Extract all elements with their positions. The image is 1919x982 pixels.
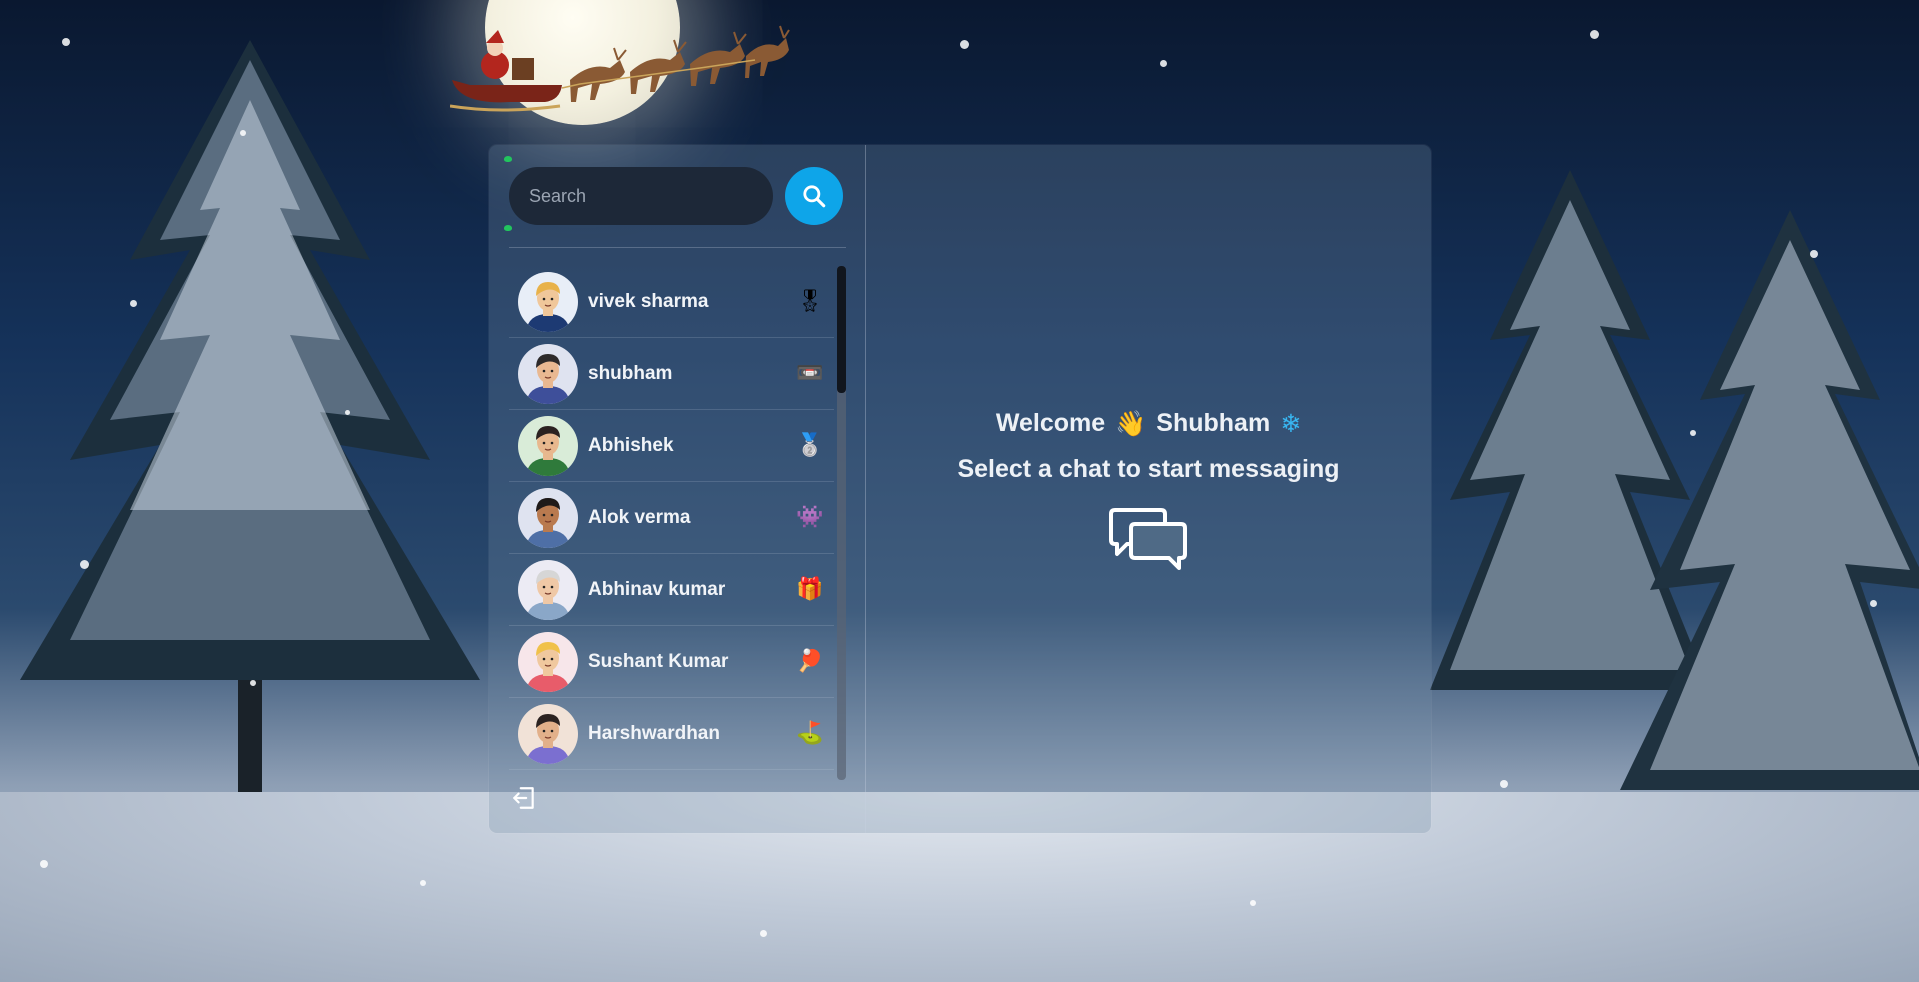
snowflake-emoji: ❄ bbox=[1280, 409, 1302, 438]
contact-item[interactable]: Abhinav kumar 🎁 bbox=[509, 554, 834, 626]
scrollbar-thumb[interactable] bbox=[837, 266, 846, 393]
avatar bbox=[518, 631, 578, 692]
avatar bbox=[518, 271, 578, 332]
no-chat-selected: Welcome 👋 Shubham ❄ Select a chat to sta… bbox=[866, 145, 1431, 833]
contact-emoji: ⛳ bbox=[796, 721, 824, 746]
welcome-message: Welcome 👋 Shubham ❄ bbox=[996, 409, 1301, 439]
contact-name: Abhishek bbox=[588, 434, 674, 456]
contact-item[interactable]: Sushant Kumar 🏓 bbox=[509, 626, 834, 698]
search-icon bbox=[803, 185, 826, 208]
avatar bbox=[518, 559, 578, 620]
logout-button[interactable] bbox=[511, 785, 537, 815]
search-input[interactable] bbox=[509, 167, 773, 225]
avatar bbox=[518, 343, 578, 404]
contact-list-scrollbar[interactable] bbox=[837, 266, 846, 780]
avatar bbox=[518, 703, 578, 764]
contact-item[interactable]: vivek sharma 🎖 bbox=[509, 266, 834, 338]
contact-name: vivek sharma bbox=[588, 290, 709, 312]
contact-emoji: 🎖 bbox=[796, 289, 824, 314]
chat-app-panel: vivek sharma 🎖 shubham 📼 Abhishek 🥈 Alok verma… bbox=[489, 145, 1431, 833]
avatar bbox=[518, 487, 578, 548]
avatar bbox=[518, 415, 578, 476]
contact-item[interactable]: shubham 📼 bbox=[509, 338, 834, 410]
search-bar bbox=[509, 167, 846, 225]
contact-name: Alok verma bbox=[588, 506, 691, 528]
sidebar-divider bbox=[509, 247, 846, 248]
contact-emoji: 🏓 bbox=[796, 649, 824, 674]
search-button[interactable] bbox=[785, 167, 843, 225]
wave-emoji: 👋 bbox=[1115, 408, 1147, 438]
snowy-pine-tree-right bbox=[1430, 170, 1919, 790]
contact-emoji: 📼 bbox=[796, 361, 824, 386]
sidebar: vivek sharma 🎖 shubham 📼 Abhishek 🥈 Alok verma… bbox=[489, 145, 866, 833]
contact-name: Abhinav kumar bbox=[588, 578, 726, 600]
contact-item[interactable]: Harshwardhan ⛳ bbox=[509, 698, 834, 770]
contact-name: Harshwardhan bbox=[588, 722, 720, 744]
desktop-background: vivek sharma 🎖 shubham 📼 Abhishek 🥈 Alok verma… bbox=[0, 0, 1919, 982]
chat-bubbles-icon bbox=[1108, 507, 1187, 570]
contact-emoji: 🥈 bbox=[796, 433, 824, 458]
contact-emoji: 🎁 bbox=[796, 577, 824, 602]
online-indicator bbox=[504, 156, 512, 162]
contact-emoji: 👾 bbox=[796, 505, 824, 530]
contact-name: shubham bbox=[588, 362, 673, 384]
online-indicator bbox=[504, 225, 512, 231]
username: Shubham bbox=[1156, 409, 1271, 437]
snowy-pine-tree-left bbox=[20, 40, 480, 820]
welcome-text: Welcome bbox=[995, 409, 1106, 437]
logout-icon bbox=[513, 787, 534, 809]
contact-name: Sushant Kumar bbox=[588, 650, 729, 672]
contact-list: vivek sharma 🎖 shubham 📼 Abhishek 🥈 Alok verma… bbox=[509, 266, 846, 784]
select-chat-prompt: Select a chat to start messaging bbox=[957, 454, 1340, 483]
santa-sleigh-illustration bbox=[450, 25, 790, 112]
contact-item[interactable]: Abhishek 🥈 bbox=[509, 410, 834, 482]
contact-item[interactable]: Alok verma 👾 bbox=[509, 482, 834, 554]
